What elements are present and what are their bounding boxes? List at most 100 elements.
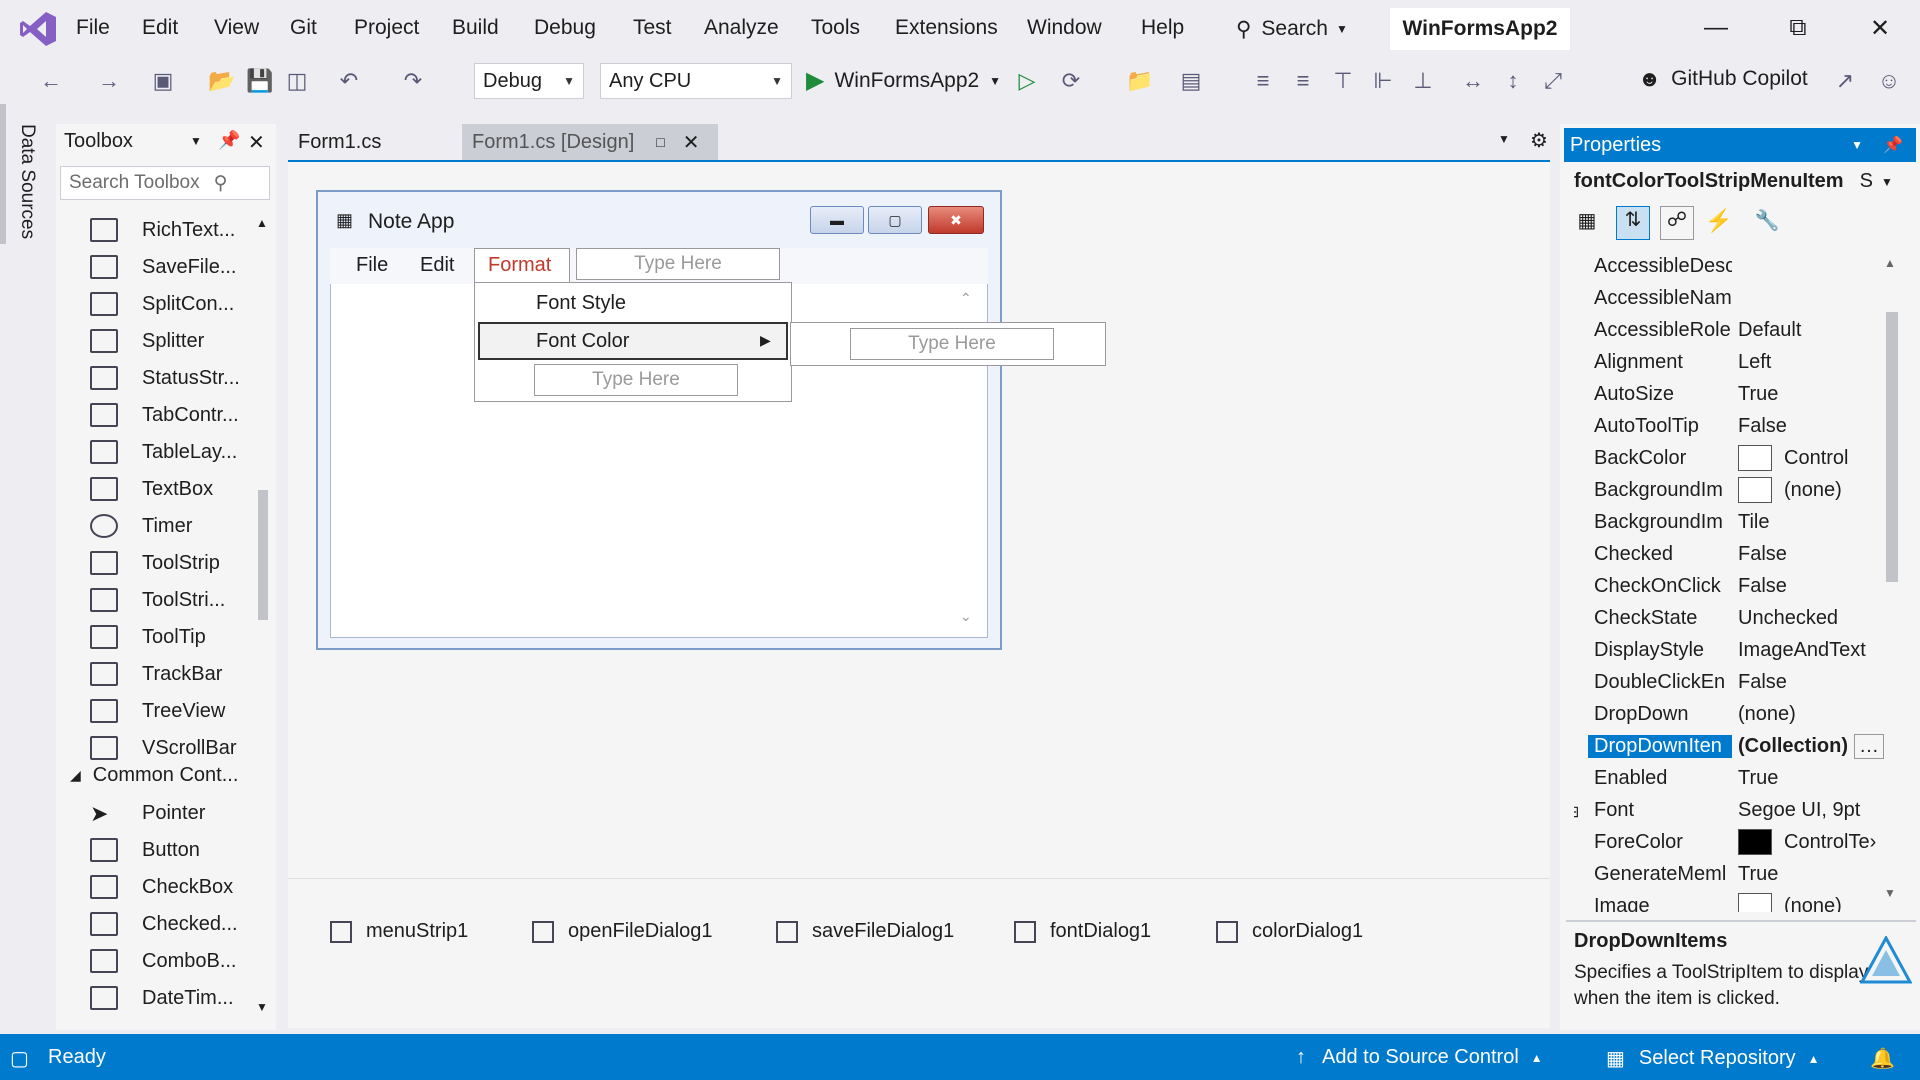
- menu-tools[interactable]: Tools: [811, 16, 860, 40]
- toolbox-item[interactable]: Checked...: [90, 906, 238, 942]
- property-row[interactable]: BackgroundIm Tile: [1588, 506, 1888, 538]
- properties-scroll-thumb[interactable]: [1886, 312, 1898, 582]
- toolbox-scrollbar[interactable]: ▲ ▼: [256, 216, 270, 1016]
- toolbox-item[interactable]: TreeView: [90, 693, 225, 729]
- toolbox-item[interactable]: ToolTip: [90, 619, 206, 655]
- open-folder-icon[interactable]: 📂: [208, 68, 235, 94]
- ellipsis-button[interactable]: …: [1854, 733, 1884, 759]
- property-value[interactable]: ImageAndText: [1732, 639, 1888, 662]
- properties-object-selector[interactable]: fontColorToolStripMenuItem S ▼: [1574, 170, 1914, 193]
- add-to-source-control-button[interactable]: ↑ Add to Source Control ▲: [1296, 1046, 1543, 1069]
- align-left-icon[interactable]: ≡: [1250, 68, 1276, 94]
- menu-item-font-color-highlight[interactable]: [478, 322, 788, 360]
- output-window-icon[interactable]: ▢: [10, 1046, 29, 1071]
- select-repository-button[interactable]: ▦ Select Repository ▲: [1606, 1046, 1820, 1071]
- property-row[interactable]: DropDown (none): [1588, 698, 1888, 730]
- toolbox-item[interactable]: SaveFile...: [90, 249, 236, 285]
- notifications-bell-icon[interactable]: 🔔: [1870, 1046, 1895, 1071]
- property-row[interactable]: Alignment Left: [1588, 346, 1888, 378]
- property-row[interactable]: DisplayStyle ImageAndText: [1588, 634, 1888, 666]
- align-center-icon[interactable]: ≡: [1290, 68, 1316, 94]
- redo-icon[interactable]: ↷: [400, 68, 426, 94]
- property-value-cell[interactable]: (Collection)…: [1732, 733, 1888, 759]
- property-value[interactable]: (none): [1732, 703, 1888, 726]
- align-top-icon[interactable]: ⊤: [1330, 68, 1356, 94]
- forward-icon[interactable]: →: [96, 68, 122, 94]
- property-value[interactable]: False: [1732, 671, 1888, 694]
- chevron-down-icon[interactable]: ▼: [1851, 138, 1863, 152]
- toolbox-item[interactable]: ToolStrip: [90, 545, 220, 581]
- back-icon[interactable]: ←: [38, 68, 64, 94]
- menu-git[interactable]: Git: [290, 16, 317, 40]
- configuration-dropdown[interactable]: Debug ▼: [474, 63, 584, 99]
- property-value[interactable]: False: [1732, 415, 1888, 438]
- property-pages-icon[interactable]: ☍: [1660, 206, 1694, 240]
- property-value-cell[interactable]: ControlTe›: [1732, 829, 1888, 855]
- save-icon[interactable]: 💾: [246, 68, 273, 94]
- chevron-down-icon[interactable]: ▼: [190, 134, 202, 148]
- property-row[interactable]: BackColor Control: [1588, 442, 1888, 474]
- toolbox-item[interactable]: TabContr...: [90, 397, 239, 433]
- property-value[interactable]: True: [1732, 863, 1888, 886]
- tray-component[interactable]: fontDialog1: [1014, 920, 1151, 943]
- submenu-type-here-box[interactable]: Type Here: [850, 328, 1054, 360]
- property-row[interactable]: Font Segoe UI, 9pt: [1588, 794, 1888, 826]
- property-row[interactable]: Enabled True: [1588, 762, 1888, 794]
- toolbox-item[interactable]: Splitter: [90, 323, 204, 359]
- chevron-down-icon[interactable]: ▼: [1498, 132, 1510, 146]
- property-row[interactable]: Checked False: [1588, 538, 1888, 570]
- expand-plus-icon[interactable]: ⊞: [1574, 802, 1579, 822]
- close-icon[interactable]: ✕: [1860, 14, 1900, 43]
- properties-scrollbar[interactable]: ▲ ▼: [1884, 256, 1900, 906]
- wrench-icon[interactable]: 🔧: [1752, 208, 1782, 238]
- menu-extensions[interactable]: Extensions: [895, 16, 998, 40]
- toolbox-group-header[interactable]: ◢ Common Cont...: [70, 764, 238, 787]
- toolbox-item[interactable]: Timer: [90, 508, 192, 544]
- property-row[interactable]: AccessibleNam: [1588, 282, 1888, 314]
- property-row[interactable]: AccessibleRole Default: [1588, 314, 1888, 346]
- toolbox-item[interactable]: Button: [90, 832, 200, 868]
- menu-project[interactable]: Project: [354, 16, 419, 40]
- toolbox-item[interactable]: TextBox: [90, 471, 213, 507]
- menu-type-here-box[interactable]: Type Here: [576, 248, 780, 280]
- tab-form1-cs[interactable]: Form1.cs: [288, 124, 458, 160]
- toolbox-item[interactable]: RichText...: [90, 212, 235, 248]
- hot-reload-icon[interactable]: ⟳: [1058, 68, 1084, 94]
- property-value[interactable]: Segoe UI, 9pt: [1732, 799, 1888, 822]
- menu-file[interactable]: File: [76, 16, 110, 40]
- menu-help[interactable]: Help: [1141, 16, 1184, 40]
- menu-item-font-color[interactable]: Font Color: [536, 330, 629, 353]
- github-copilot-button[interactable]: ☻ GitHub Copilot: [1638, 66, 1808, 92]
- property-value-cell[interactable]: Control: [1732, 445, 1888, 471]
- toolbox-item[interactable]: DateTim...: [90, 980, 234, 1016]
- property-value-cell[interactable]: (none): [1732, 893, 1888, 912]
- tab-order-icon[interactable]: ▤: [1178, 68, 1204, 94]
- menu-analyze[interactable]: Analyze: [704, 16, 779, 40]
- form-menu-edit[interactable]: Edit: [420, 254, 454, 277]
- menu-debug[interactable]: Debug: [534, 16, 596, 40]
- form-close-button[interactable]: ✖: [928, 206, 984, 234]
- property-value[interactable]: True: [1732, 383, 1888, 406]
- form-minimize-button[interactable]: ▬: [810, 206, 864, 234]
- start-without-debug-icon[interactable]: ▷: [1014, 68, 1040, 94]
- menu-build[interactable]: Build: [452, 16, 499, 40]
- toolbox-item[interactable]: StatusStr...: [90, 360, 240, 396]
- form-menu-format[interactable]: Format: [488, 254, 551, 277]
- toolbox-item[interactable]: ToolStri...: [90, 582, 225, 618]
- new-project-icon[interactable]: ▣: [150, 68, 176, 94]
- toolbox-item[interactable]: VScrollBar: [90, 730, 236, 766]
- menu-item-font-style[interactable]: Font Style: [536, 292, 626, 315]
- property-row[interactable]: ForeColor ControlTe›: [1588, 826, 1888, 858]
- tab-form1-design[interactable]: Form1.cs [Design] □ ✕: [462, 124, 718, 160]
- solution-explorer-icon[interactable]: 📁: [1126, 68, 1153, 94]
- close-icon[interactable]: ✕: [248, 130, 265, 155]
- property-row[interactable]: BackgroundIm (none): [1588, 474, 1888, 506]
- alphabetical-icon[interactable]: ⇅: [1616, 206, 1650, 240]
- start-debug-button[interactable]: ▶ WinFormsApp2 ▼: [806, 66, 1001, 95]
- menu-test[interactable]: Test: [633, 16, 672, 40]
- events-icon[interactable]: ⚡: [1704, 208, 1734, 238]
- form-maximize-button[interactable]: ▢: [868, 206, 922, 234]
- pin-icon[interactable]: 📌: [1883, 135, 1903, 155]
- property-value[interactable]: Unchecked: [1732, 607, 1888, 630]
- search-box[interactable]: ⚲ Search ▼: [1236, 12, 1348, 46]
